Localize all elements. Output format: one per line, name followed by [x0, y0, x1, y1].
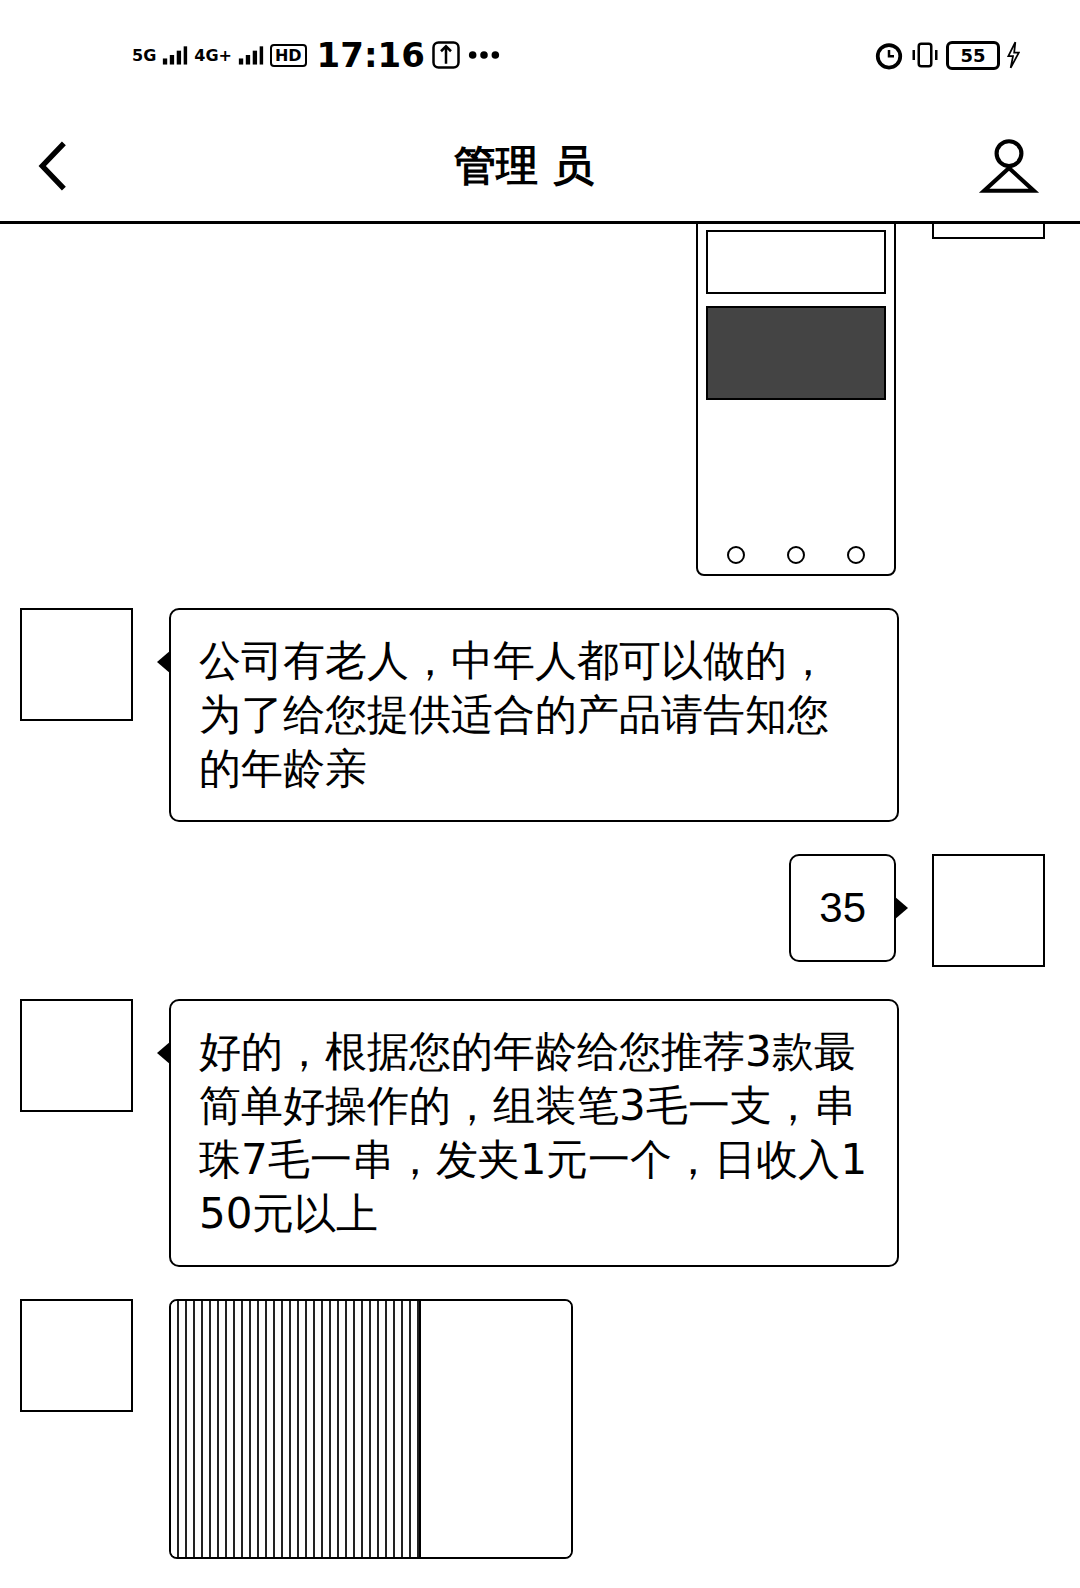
avatar[interactable] — [20, 1299, 133, 1412]
message-row: 35 — [20, 854, 1045, 967]
message-bubble[interactable]: 好的，根据您的年龄给您推荐3款最简单好操作的，组装笔3毛一支，串珠7毛一串，发夹… — [169, 999, 899, 1267]
status-bar: 5G 4G+ HD 17:16 55 — [0, 0, 1080, 110]
chat-title: 管理 员 — [454, 138, 595, 194]
message-row: 好的，根据您的年龄给您推荐3款最简单好操作的，组装笔3毛一支，串珠7毛一串，发夹… — [20, 999, 1045, 1267]
message-bubble[interactable]: 公司有老人，中年人都可以做的，为了给您提供适合的产品请告知您的年龄亲 — [169, 608, 899, 822]
battery-icon: 55 — [946, 41, 1000, 70]
charging-icon — [1006, 41, 1020, 69]
message-bubble[interactable]: 35 — [789, 854, 896, 962]
signal-icon — [162, 44, 188, 66]
hd-badge: HD — [270, 44, 307, 67]
network-label: 5G — [132, 46, 156, 65]
avatar[interactable] — [932, 854, 1045, 967]
message-row — [20, 1299, 1045, 1559]
network-label: 4G+ — [194, 46, 232, 65]
alarm-icon — [874, 40, 904, 70]
more-icon — [467, 49, 501, 61]
person-icon[interactable] — [978, 135, 1040, 197]
avatar[interactable] — [932, 224, 1045, 239]
signal-icon — [238, 44, 264, 66]
photo-image[interactable] — [169, 1299, 573, 1559]
avatar[interactable] — [20, 999, 133, 1112]
avatar[interactable] — [20, 608, 133, 721]
chat-screen: 5G 4G+ HD 17:16 55 管理 员 公司有老人，中年人都可以做的，为… — [0, 0, 1080, 1588]
message-text: 好的，根据您的年龄给您推荐3款最简单好操作的，组装笔3毛一支，串珠7毛一串，发夹… — [199, 1025, 869, 1241]
chat-header: 管理 员 — [0, 110, 1080, 224]
message-row: 公司有老人，中年人都可以做的，为了给您提供适合的产品请告知您的年龄亲 — [20, 608, 1045, 822]
message-list: 公司有老人，中年人都可以做的，为了给您提供适合的产品请告知您的年龄亲 35 好的… — [0, 224, 1080, 1588]
vibrate-icon — [910, 40, 940, 70]
message-text: 35 — [819, 881, 866, 935]
message-row — [20, 224, 1045, 576]
message-text: 公司有老人，中年人都可以做的，为了给您提供适合的产品请告知您的年龄亲 — [199, 634, 869, 796]
back-arrow-icon[interactable] — [34, 139, 70, 193]
usb-icon — [431, 40, 461, 70]
clock: 17:16 — [317, 35, 425, 75]
screenshot-image[interactable] — [696, 224, 896, 576]
